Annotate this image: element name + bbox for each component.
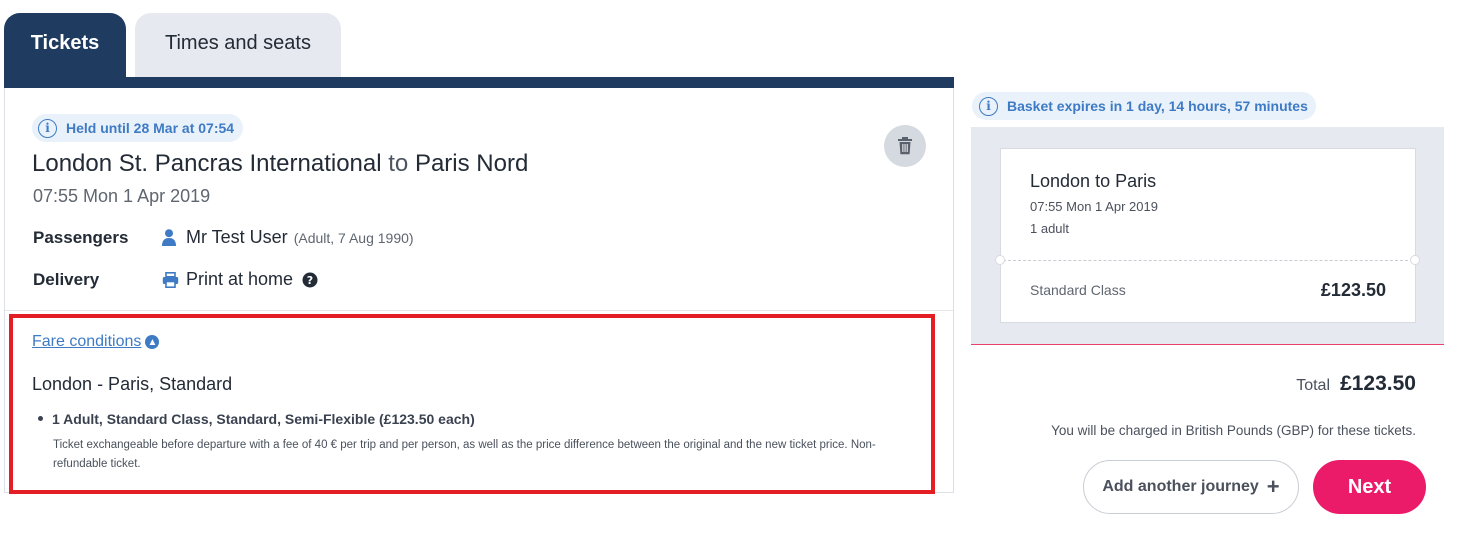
held-until-badge: i Held until 28 Mar at 07:54 [32, 114, 244, 142]
fare-description: Ticket exchangeable before departure wit… [53, 439, 876, 470]
journey-route-title: London St. Pancras International to Pari… [32, 150, 528, 178]
next-button[interactable]: Next [1313, 460, 1426, 514]
tab-tickets-label: Tickets [30, 32, 100, 54]
journey-connector: to [388, 150, 409, 177]
journey-datetime: 07:55 Mon 1 Apr 2019 [33, 186, 211, 206]
delivery-label: Delivery [33, 270, 100, 289]
printer-icon [162, 271, 179, 288]
fare-conditions-link-label: Fare conditions [32, 333, 142, 350]
trash-icon [898, 137, 912, 155]
ticket-title: London to Paris [1030, 171, 1157, 191]
currency-charge-note: You will be charged in British Pounds (G… [1051, 423, 1416, 438]
delivery-info: Print at home ? [162, 269, 318, 290]
passengers-label: Passengers [33, 228, 129, 247]
ticket-passengers: 1 adult [1030, 221, 1070, 236]
arrow-up-circle-icon: ▲ [145, 335, 160, 349]
fare-bullet-item: 1 Adult, Standard Class, Standard, Semi-… [38, 411, 475, 427]
basket-expiry-text: Basket expires in 1 day, 14 hours, 57 mi… [1007, 98, 1308, 114]
info-icon: i [38, 118, 57, 138]
svg-text:?: ? [307, 274, 313, 287]
info-icon: i [979, 96, 998, 116]
ticket-perforation [1003, 260, 1413, 261]
plus-icon: + [1266, 474, 1280, 499]
ticket-notch-left [995, 255, 1005, 265]
help-icon[interactable]: ? [302, 272, 318, 288]
fare-conditions-link[interactable]: Fare conditions ▲ [32, 333, 160, 351]
next-button-label: Next [1347, 475, 1392, 498]
total-value: £123.50 [1340, 372, 1416, 395]
passenger-detail: (Adult, 7 Aug 1990) [293, 229, 414, 246]
ticket-notch-right [1410, 255, 1420, 265]
add-another-journey-button[interactable]: Add another journey + [1083, 460, 1299, 514]
tab-times-and-seats[interactable]: Times and seats [135, 13, 341, 79]
fare-heading: London - Paris, Standard [32, 374, 233, 394]
journey-destination: Paris Nord [414, 150, 529, 177]
total-label: Total [1296, 377, 1330, 394]
delete-journey-button[interactable] [884, 125, 926, 167]
passenger-name: Mr Test User [186, 227, 288, 247]
held-until-text: Held until 28 Mar at 07:54 [66, 120, 235, 136]
delivery-value: Print at home [186, 269, 294, 289]
add-another-journey-label: Add another journey [1102, 478, 1259, 495]
card-divider [5, 310, 953, 311]
passenger-info: Mr Test User (Adult, 7 Aug 1990) [162, 227, 414, 248]
journey-origin: London St. Pancras International [32, 150, 382, 177]
ticket-datetime: 07:55 Mon 1 Apr 2019 [1030, 199, 1158, 214]
user-icon [162, 229, 176, 246]
tab-underline-bar [4, 77, 954, 88]
ticket-price: £123.50 [1320, 280, 1386, 300]
tab-times-and-seats-label: Times and seats [165, 32, 311, 54]
ticket-class: Standard Class [1030, 282, 1126, 298]
tab-tickets[interactable]: Tickets [4, 13, 126, 79]
basket-expiry-badge: i Basket expires in 1 day, 14 hours, 57 … [972, 92, 1316, 120]
